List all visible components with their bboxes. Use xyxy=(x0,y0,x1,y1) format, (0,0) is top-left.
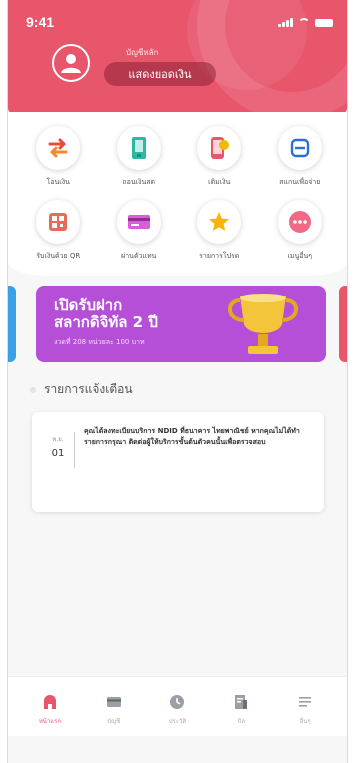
quick-menu: โอนเงิน ถอนเงินสด เติมเงิน สแกนเพื่อจ่าย… xyxy=(8,112,347,276)
menu-qr-receive[interactable]: รับเงินด้วย QR xyxy=(18,200,99,262)
transfer-icon xyxy=(36,126,81,170)
banner-carousel[interactable]: เปิดรับฝาก สลากดิจิทัล 2 ปี งวดที่ 208 ห… xyxy=(8,286,347,364)
banner-title-1: เปิดรับฝาก xyxy=(54,296,123,314)
battery-icon xyxy=(315,19,333,27)
topup-icon xyxy=(197,126,242,170)
notifications-header: รายการแจ้งเตือน xyxy=(30,380,133,399)
trophy-icon xyxy=(228,294,298,354)
user-icon xyxy=(61,54,81,73)
header: 9:41 บัญชีหลัก แสดงยอดเงิน xyxy=(8,0,347,114)
banner-prev-peek[interactable] xyxy=(8,286,16,362)
nav-home[interactable]: หน้าแรก xyxy=(24,677,76,736)
account-card-icon xyxy=(106,694,122,710)
menu-withdraw[interactable]: ถอนเงินสด xyxy=(99,126,180,188)
menu-scan-pay[interactable]: สแกนเพื่อจ่าย xyxy=(260,126,341,188)
agent-card-icon xyxy=(116,200,161,244)
avatar[interactable] xyxy=(52,44,90,82)
status-icons xyxy=(278,18,333,27)
withdraw-cash-icon xyxy=(116,126,161,170)
menu-agent[interactable]: ผ่านตัวแทน xyxy=(99,200,180,262)
menu-topup[interactable]: เติมเงิน xyxy=(179,126,260,188)
scan-to-pay-icon xyxy=(277,126,322,170)
notification-date: พ.ย. 01 xyxy=(51,436,65,459)
nav-bill[interactable]: บิล xyxy=(215,677,267,736)
signal-icon xyxy=(278,18,293,27)
nav-more[interactable]: อื่นๆ xyxy=(279,677,331,736)
notifications-title: รายการแจ้งเตือน xyxy=(44,382,133,396)
menu-more[interactable]: เมนูอื่นๆ xyxy=(260,200,341,262)
promo-banner[interactable]: เปิดรับฝาก สลากดิจิทัล 2 ปี งวดที่ 208 ห… xyxy=(36,286,326,362)
more-menu-icon xyxy=(277,200,322,244)
bill-icon xyxy=(233,694,249,710)
bullet-icon xyxy=(30,386,36,393)
menu-transfer[interactable]: โอนเงิน xyxy=(18,126,99,188)
nav-account[interactable]: บัญชี xyxy=(88,677,140,736)
qr-receive-icon xyxy=(36,200,81,244)
banner-next-peek[interactable] xyxy=(339,286,347,362)
favorite-star-icon xyxy=(197,200,242,244)
account-label: บัญชีหลัก xyxy=(126,48,159,57)
menu-lines-icon xyxy=(297,694,313,710)
wifi-icon xyxy=(298,18,310,27)
banner-subtitle: งวดที่ 208 หน่วยละ 100 บาท xyxy=(54,338,145,346)
nav-history[interactable]: ประวัติ xyxy=(151,677,203,736)
status-time: 9:41 xyxy=(26,14,55,30)
history-clock-icon xyxy=(169,694,185,710)
phone-screen: 9:41 บัญชีหลัก แสดงยอดเงิน โอนเงิน ถอนเง… xyxy=(7,0,348,763)
bottom-nav: หน้าแรก บัญชี ประวัติ บิล อื่นๆ xyxy=(8,676,347,736)
banner-title-2: สลากดิจิทัล 2 ปี xyxy=(54,313,158,331)
notification-text: คุณได้ลงทะเบียนบริการ NDID ที่ธนาคาร ไทย… xyxy=(84,427,300,446)
menu-favorite[interactable]: รายการโปรด xyxy=(179,200,260,262)
notification-card[interactable]: พ.ย. 01 คุณได้ลงทะเบียนบริการ NDID ที่ธน… xyxy=(32,412,324,512)
home-icon xyxy=(42,694,58,710)
show-balance-button[interactable]: แสดงยอดเงิน xyxy=(104,62,216,86)
